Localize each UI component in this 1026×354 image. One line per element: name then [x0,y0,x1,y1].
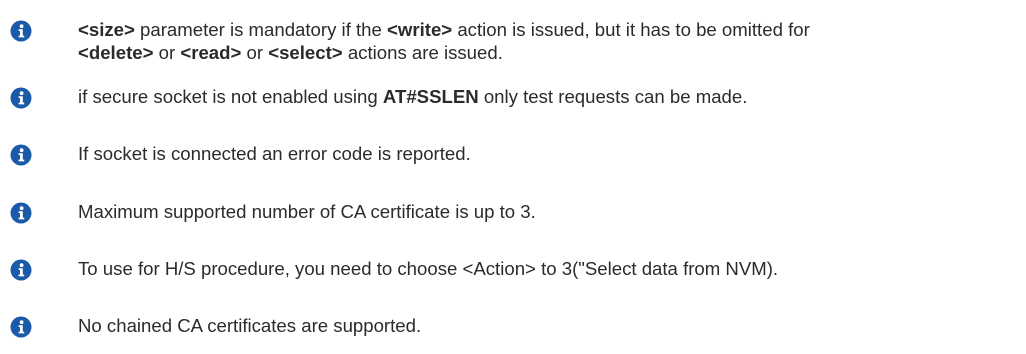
note-text: No chained CA certificates are supported… [78,314,1018,337]
info-icon [10,87,32,109]
info-icon [10,259,32,281]
text-run: parameter is mandatory if the [134,19,388,40]
note-line: Maximum supported number of CA certifica… [78,201,536,222]
bold-term: <delete> [78,42,154,63]
text-run: To use for H/S procedure, you need to ch… [78,258,779,279]
text-run: Maximum supported number of CA certifica… [78,201,536,222]
note-text: <size> parameter is mandatory if the <wr… [78,18,1018,64]
info-icon [10,202,32,224]
bold-term: <read> [180,42,242,63]
note-line: No chained CA certificates are supported… [78,315,421,336]
text-run: actions are issued. [342,42,503,63]
text-run: if secure socket is not enabled using [78,86,383,107]
note-text: Maximum supported number of CA certifica… [78,200,1018,223]
note-line: To use for H/S procedure, you need to ch… [78,258,778,279]
text-run: or [241,42,269,63]
bold-term: <select> [268,42,343,63]
text-run: If socket is connected an error code is … [78,143,471,164]
notes-list: <size> parameter is mandatory if the <wr… [0,0,1026,354]
bold-term: <size> [78,19,135,40]
note-line: <size> parameter is mandatory if the <wr… [78,19,810,40]
note-text: if secure socket is not enabled using AT… [78,85,1018,108]
info-icon [10,20,32,42]
bold-term: AT#SSLEN [382,86,479,107]
note-text: If socket is connected an error code is … [78,142,1018,165]
info-icon [10,316,32,338]
info-icon [10,144,32,166]
text-run: or [153,42,181,63]
text-run: action is issued, but it has to be omitt… [452,19,810,40]
note-text: To use for H/S procedure, you need to ch… [78,257,1018,280]
note-line: <delete> or <read> or <select> actions a… [78,42,503,63]
note-line: If socket is connected an error code is … [78,143,471,164]
text-run: No chained CA certificates are supported… [78,315,422,336]
bold-term: <write> [387,19,453,40]
text-run: only test requests can be made. [478,86,748,107]
note-line: if secure socket is not enabled using AT… [78,86,747,107]
